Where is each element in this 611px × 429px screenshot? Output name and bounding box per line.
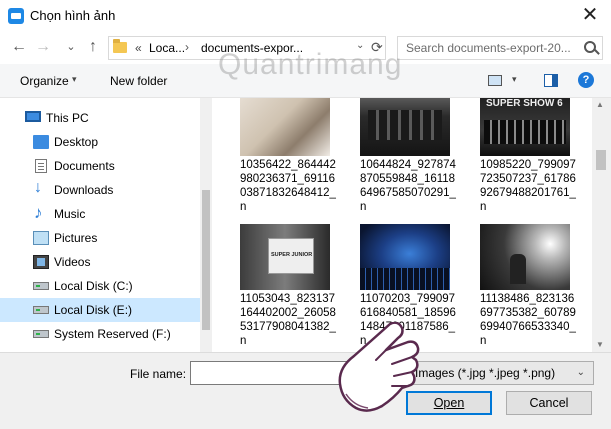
- sidebar-item-music[interactable]: Music: [0, 202, 200, 226]
- file-name[interactable]: 10644824_927874870559848_161186496758507…: [360, 158, 458, 214]
- view-options-dropdown-icon[interactable]: ▾: [512, 74, 517, 85]
- thumbnail-caption: SUPER JUNIOR: [271, 252, 313, 258]
- preview-pane-icon[interactable]: [544, 74, 558, 87]
- up-arrow-icon[interactable]: ↑: [82, 36, 104, 58]
- thumbnail-caption: SUPER SHOW 6: [486, 98, 563, 109]
- sidebar-scrollbar-thumb[interactable]: [202, 190, 210, 330]
- app-icon: [8, 8, 24, 24]
- image-thumbnail[interactable]: SUPER SHOW 6: [480, 98, 570, 156]
- breadcrumb-item[interactable]: documents-expor...: [201, 41, 303, 55]
- file-dialog-footer: File name: Images (*.jpg *.jpeg *.png) ⌄…: [0, 352, 611, 429]
- drive-icon: [33, 330, 49, 338]
- pictures-icon: [33, 231, 49, 245]
- sidebar-item-label: Downloads: [54, 183, 114, 197]
- breadcrumb-item[interactable]: Loca...: [149, 41, 185, 55]
- file-name[interactable]: 11053043_823137164402002_260585317790804…: [240, 292, 338, 348]
- organize-dropdown-icon[interactable]: ▾: [72, 74, 77, 85]
- sidebar-item-label: Local Disk (E:): [54, 303, 133, 317]
- close-button[interactable]: ✕: [575, 3, 605, 27]
- desktop-icon: [33, 135, 49, 149]
- sidebar-item-videos[interactable]: Videos: [0, 250, 200, 274]
- file-name-input[interactable]: [190, 361, 392, 385]
- sidebar-item-label: Documents: [54, 159, 115, 173]
- refresh-icon[interactable]: ⟳: [371, 39, 383, 56]
- search-input[interactable]: Search documents-export-20...: [397, 36, 603, 60]
- window-title: Chọn hình ảnh: [30, 8, 116, 23]
- scroll-up-icon[interactable]: ▲: [596, 100, 604, 109]
- file-list-scrollbar[interactable]: [592, 98, 611, 352]
- sidebar-item-label: Pictures: [54, 231, 98, 245]
- scroll-down-icon[interactable]: ▼: [596, 340, 604, 349]
- sidebar-item-label: This PC: [46, 111, 89, 125]
- image-thumbnail[interactable]: SUPER JUNIOR: [240, 224, 330, 290]
- chevron-down-icon[interactable]: ⌄: [577, 367, 585, 378]
- change-view-icon[interactable]: [488, 75, 502, 86]
- file-name[interactable]: 11138486_823136697735382_607896994076653…: [480, 292, 578, 348]
- drive-icon: [33, 306, 49, 314]
- computer-icon: [25, 111, 41, 122]
- file-name[interactable]: 10356422_864442980236371_691160387183264…: [240, 158, 338, 214]
- file-name[interactable]: 10985220_799097723507237_617869267948820…: [480, 158, 578, 214]
- videos-icon: [33, 255, 49, 269]
- sidebar-item-label: Desktop: [54, 135, 99, 149]
- sidebar-item-label: System Reserved (F:): [54, 327, 171, 341]
- open-button-label: Open: [433, 396, 465, 410]
- title-bar: Chọn hình ảnh ✕: [0, 0, 611, 32]
- image-thumbnail[interactable]: [480, 224, 570, 290]
- open-button[interactable]: Open: [406, 391, 492, 415]
- sidebar-item-system-reserved-f[interactable]: System Reserved (F:): [0, 322, 200, 346]
- organize-button[interactable]: Organize: [20, 74, 69, 88]
- breadcrumb-overflow[interactable]: «: [135, 41, 142, 55]
- back-arrow-icon[interactable]: ←: [8, 36, 30, 58]
- image-thumbnail[interactable]: [240, 98, 330, 156]
- recent-locations-chevron-icon[interactable]: ⌄: [60, 36, 82, 58]
- sidebar-item-label: Videos: [54, 255, 91, 269]
- file-list-scrollbar-thumb[interactable]: [596, 150, 606, 170]
- sidebar-item-pictures[interactable]: Pictures: [0, 226, 200, 250]
- image-thumbnail[interactable]: [360, 224, 450, 290]
- sidebar-item-downloads[interactable]: Downloads: [0, 178, 200, 202]
- cancel-button[interactable]: Cancel: [506, 391, 592, 415]
- file-type-select[interactable]: Images (*.jpg *.jpeg *.png) ⌄: [400, 361, 594, 385]
- forward-arrow-icon[interactable]: →: [32, 36, 54, 58]
- drive-icon: [33, 282, 49, 290]
- address-dropdown-icon[interactable]: ⌄: [356, 40, 364, 51]
- search-icon[interactable]: [584, 41, 596, 53]
- sidebar-item-local-disk-c[interactable]: Local Disk (C:): [0, 274, 200, 298]
- documents-icon: [35, 159, 47, 173]
- address-bar[interactable]: « Loca... › documents-expor... ⌄ ⟳: [108, 36, 386, 60]
- sidebar-item-documents[interactable]: Documents: [0, 154, 200, 178]
- downloads-icon: [33, 179, 47, 197]
- sidebar-item-label: Local Disk (C:): [54, 279, 133, 293]
- breadcrumb-separator-icon[interactable]: ›: [185, 40, 189, 54]
- file-type-selected: Images (*.jpg *.jpeg *.png): [415, 366, 556, 380]
- sidebar-item-this-pc[interactable]: This PC: [0, 106, 200, 130]
- music-icon: [33, 203, 49, 223]
- navigation-bar: ← → ⌄ ↑ « Loca... › documents-expor... ⌄…: [0, 32, 611, 64]
- folder-icon: [113, 39, 127, 53]
- file-list: 10356422_864442980236371_691160387183264…: [212, 98, 592, 352]
- command-toolbar: Organize ▾ New folder ▾ ?: [0, 64, 611, 98]
- file-name[interactable]: 11070203_799097616840581_185961484780118…: [360, 292, 458, 348]
- help-icon[interactable]: ?: [578, 72, 594, 88]
- image-thumbnail[interactable]: [360, 98, 450, 156]
- sidebar-item-local-disk-e[interactable]: Local Disk (E:): [0, 298, 200, 322]
- sidebar-item-label: Music: [54, 207, 86, 221]
- sidebar-item-desktop[interactable]: Desktop: [0, 130, 200, 154]
- navigation-pane: This PC Desktop Documents Downloads Musi…: [0, 98, 212, 352]
- file-name-label: File name:: [130, 367, 187, 381]
- search-placeholder: Search documents-export-20...: [406, 41, 571, 55]
- new-folder-button[interactable]: New folder: [110, 74, 167, 88]
